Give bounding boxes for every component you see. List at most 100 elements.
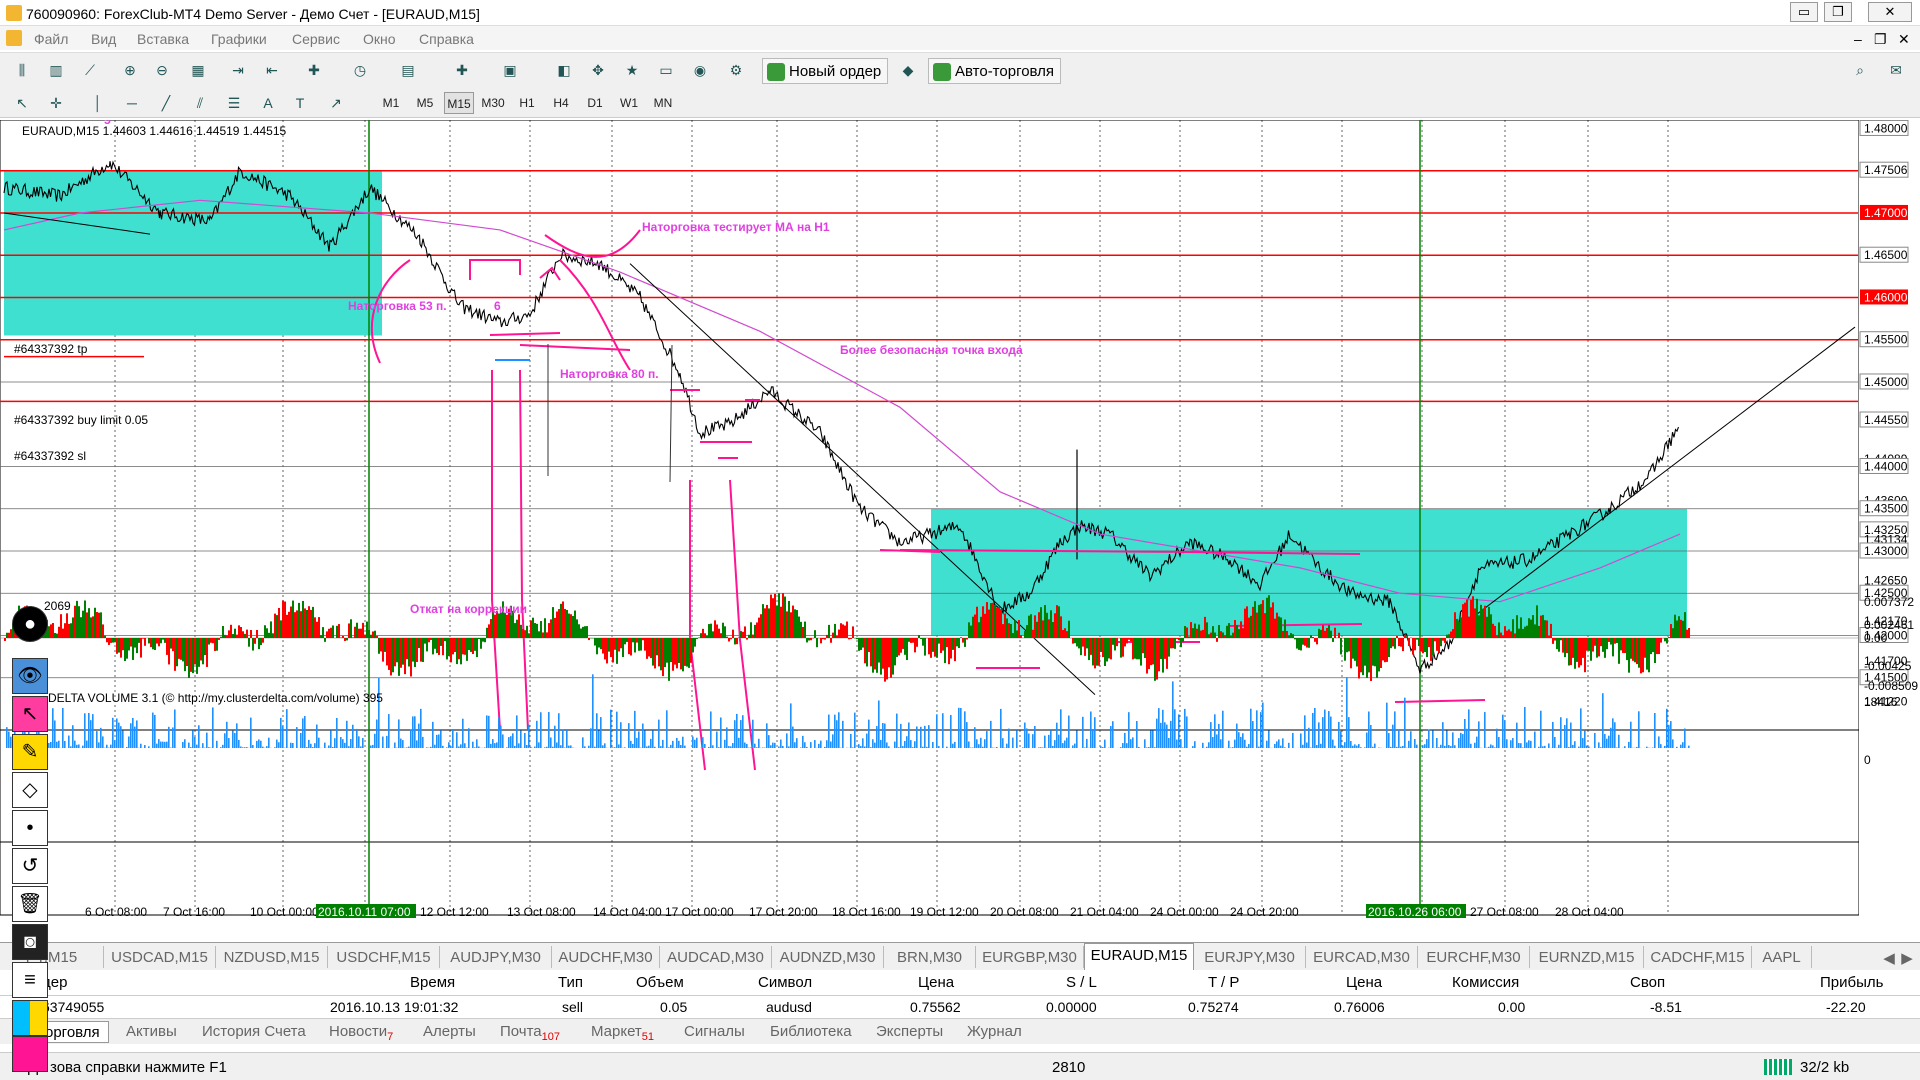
tile-windows-icon[interactable]: ▦ — [186, 58, 210, 82]
tester-icon[interactable]: ◉ — [688, 58, 712, 82]
col-tp[interactable]: T / P — [1208, 974, 1239, 991]
terminal-icon[interactable]: ▭ — [654, 58, 678, 82]
symbol-tab[interactable]: AUDCHF,M30 — [552, 946, 660, 968]
timeframe-m5[interactable]: M5 — [410, 92, 440, 114]
color-picker-bottom[interactable] — [12, 1036, 48, 1072]
text-label-icon[interactable]: T — [288, 91, 312, 115]
symbol-tab[interactable]: EURJPY,M30 — [1194, 946, 1306, 968]
table-row[interactable]: 63749055 2016.10.13 19:01:32 sell 0.05 a… — [0, 996, 1920, 1018]
tab-scroll-left-icon[interactable]: ◀ — [1880, 946, 1898, 968]
tab-news[interactable]: Новости7 — [329, 1021, 393, 1043]
tab-history[interactable]: История Счета — [202, 1021, 306, 1043]
timeframe-h1[interactable]: H1 — [512, 92, 542, 114]
chat-icon[interactable]: ✉ — [1884, 58, 1908, 82]
col-type[interactable]: Тип — [558, 974, 583, 991]
line-chart-icon[interactable]: ⟋ — [78, 58, 102, 82]
auto-trading-button[interactable]: Авто-торговля — [928, 58, 1062, 84]
symbol-tab[interactable]: EURCHF,M30 — [1418, 946, 1530, 968]
text-icon[interactable]: A — [256, 91, 280, 115]
options-icon[interactable]: ⚙ — [724, 58, 748, 82]
symbol-tab[interactable]: AUDJPY,M30 — [440, 946, 552, 968]
menu-icon[interactable]: ≡ — [12, 962, 48, 998]
timeframe-mn[interactable]: MN — [648, 92, 678, 114]
symbol-tab[interactable]: EURCAD,M30 — [1306, 946, 1418, 968]
col-price2[interactable]: Цена — [1346, 974, 1382, 991]
arrows-icon[interactable]: ↗ — [324, 91, 348, 115]
menu-charts[interactable]: Графики — [211, 31, 267, 47]
tab-market[interactable]: Маркет51 — [591, 1021, 654, 1043]
symbol-tab[interactable]: AUDCAD,M30 — [660, 946, 772, 968]
symbol-tab[interactable]: CADCHF,M15 — [1644, 946, 1752, 968]
tab-experts[interactable]: Эксперты — [876, 1021, 943, 1043]
profiles-icon[interactable]: ▣ — [498, 58, 522, 82]
eraser-icon[interactable]: ◇ — [12, 772, 48, 808]
menu-tools[interactable]: Сервис — [292, 31, 340, 47]
col-time[interactable]: Время — [410, 974, 455, 991]
data-window-icon[interactable]: ✥ — [586, 58, 610, 82]
tab-scroll-right-icon[interactable]: ▶ — [1898, 946, 1916, 968]
metaeditor-icon[interactable]: ◆ — [896, 58, 920, 82]
symbol-tab[interactable]: EURGBP,M30 — [976, 946, 1084, 968]
tab-signals[interactable]: Сигналы — [684, 1021, 745, 1043]
menu-window[interactable]: Окно — [363, 31, 396, 47]
child-close-button[interactable]: ✕ — [1898, 31, 1910, 48]
tab-mail[interactable]: Почта107 — [500, 1021, 560, 1043]
vertical-line-icon[interactable]: │ — [86, 91, 110, 115]
templates-icon[interactable]: ▤ — [396, 58, 420, 82]
symbol-tab[interactable]: AAPL — [1752, 946, 1812, 968]
symbol-tab[interactable]: NZDUSD,M15 — [216, 946, 328, 968]
symbol-tab[interactable]: AUDNZD,M30 — [772, 946, 884, 968]
menu-insert[interactable]: Вставка — [137, 31, 189, 47]
navigator-icon[interactable]: ★ — [620, 58, 644, 82]
bar-chart-icon[interactable]: ⫼ — [10, 58, 34, 82]
tab-library[interactable]: Библиотека — [770, 1021, 852, 1043]
menu-view[interactable]: Вид — [91, 31, 116, 47]
symbol-tab[interactable]: BRN,M30 — [884, 946, 976, 968]
market-watch-icon[interactable]: ◧ — [552, 58, 576, 82]
periods-icon[interactable]: ◷ — [348, 58, 372, 82]
restore-button[interactable]: ❐ — [1824, 2, 1852, 22]
autoscroll-icon[interactable]: ⇤ — [260, 58, 284, 82]
menu-file[interactable]: Файл — [34, 31, 68, 47]
fibonacci-icon[interactable]: ☰ — [222, 91, 246, 115]
color-picker-top[interactable] — [12, 1000, 48, 1036]
col-price[interactable]: Цена — [918, 974, 954, 991]
candlestick-icon[interactable]: ▥ — [44, 58, 68, 82]
cursor-icon[interactable]: ↖ — [10, 91, 34, 115]
horizontal-line-icon[interactable]: ─ — [120, 91, 144, 115]
price-chart[interactable]: 1.480001.475061.470001.465001.460001.455… — [0, 120, 1920, 920]
timeframe-m1[interactable]: M1 — [376, 92, 406, 114]
timeframe-d1[interactable]: D1 — [580, 92, 610, 114]
new-chart-icon[interactable]: ✚ — [450, 58, 474, 82]
indicators-icon[interactable]: ✚ — [302, 58, 326, 82]
col-sl[interactable]: S / L — [1066, 974, 1097, 991]
trendline-icon[interactable]: ╱ — [154, 91, 178, 115]
undo-icon[interactable]: ↺ — [12, 848, 48, 884]
symbol-tab[interactable]: USDCAD,M15 — [104, 946, 216, 968]
symbol-tab[interactable]: EURAUD,M15 — [1084, 943, 1194, 971]
tab-assets[interactable]: Активы — [126, 1021, 177, 1043]
close-button[interactable]: ✕ — [1868, 2, 1912, 22]
zoom-out-icon[interactable]: ⊖ — [150, 58, 174, 82]
minimize-button[interactable]: ▭ — [1790, 2, 1818, 22]
zoom-in-icon[interactable]: ⊕ — [118, 58, 142, 82]
chart-shift-icon[interactable]: ⇥ — [226, 58, 250, 82]
tab-alerts[interactable]: Алерты — [423, 1021, 476, 1043]
col-profit[interactable]: Прибыль — [1820, 974, 1883, 991]
camera-icon[interactable]: ◙ — [12, 924, 48, 960]
symbol-tab[interactable]: EURNZD,M15 — [1530, 946, 1644, 968]
timeframe-h4[interactable]: H4 — [546, 92, 576, 114]
col-swap[interactable]: Своп — [1630, 974, 1665, 991]
tab-journal[interactable]: Журнал — [967, 1021, 1022, 1043]
child-restore-button[interactable]: ❐ — [1874, 31, 1887, 48]
timeframe-m30[interactable]: M30 — [478, 92, 508, 114]
crosshair-icon[interactable]: ✛ — [44, 91, 68, 115]
child-minimize-button[interactable]: – — [1854, 31, 1862, 47]
eye-icon[interactable]: 👁 — [12, 658, 48, 694]
symbol-tab[interactable]: USDCHF,M15 — [328, 946, 440, 968]
new-order-button[interactable]: Новый ордер — [762, 58, 889, 84]
pointer-icon[interactable]: ↖ — [12, 696, 48, 732]
pencil-icon[interactable]: ✎ — [12, 734, 48, 770]
equidistant-channel-icon[interactable]: ⫽ — [188, 91, 212, 115]
trash-icon[interactable]: 🗑 — [12, 886, 48, 922]
